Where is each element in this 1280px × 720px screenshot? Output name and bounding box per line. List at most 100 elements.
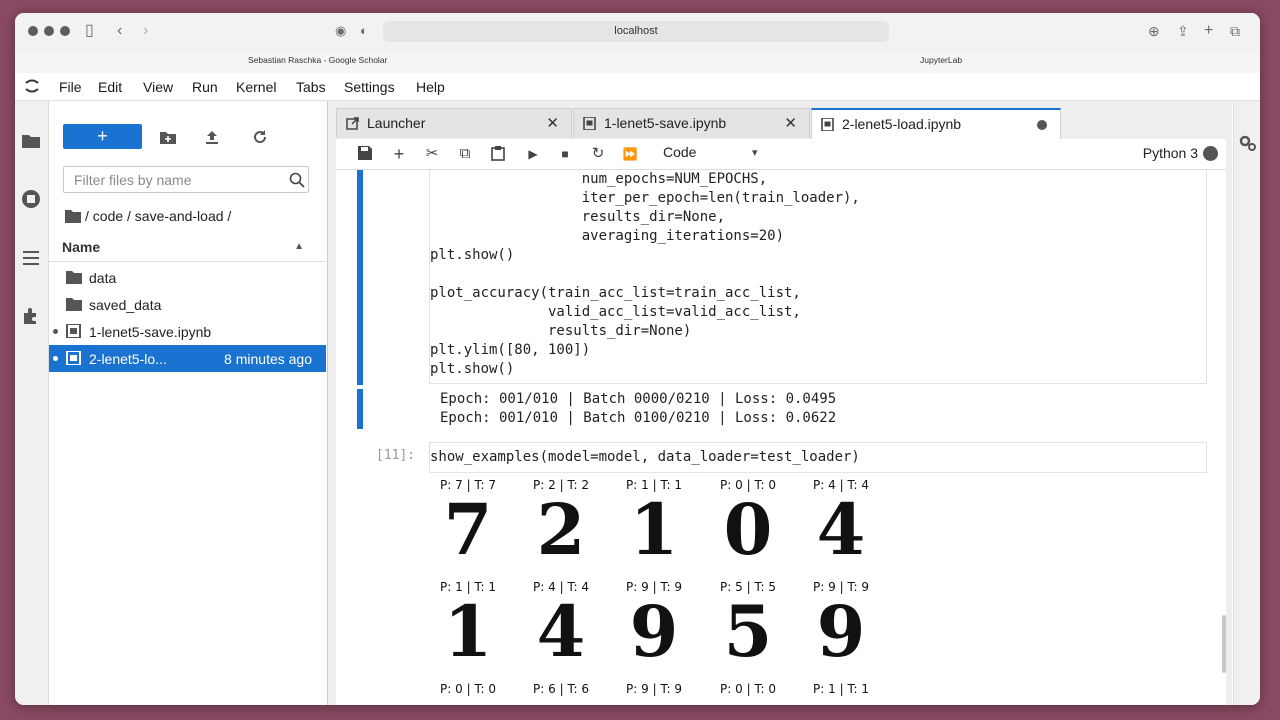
url-bar[interactable]: localhost: [383, 21, 889, 42]
back-icon[interactable]: ‹: [117, 21, 122, 41]
handwritten-digit-image: 7: [443, 488, 493, 571]
shield-icon[interactable]: ◐: [360, 21, 368, 41]
example-caption: P: 0 | T: 0: [720, 682, 776, 696]
scrollbar-thumb[interactable]: [1222, 615, 1226, 673]
cell-type-select[interactable]: Code: [663, 144, 696, 160]
example-digit: P: 9 | T: 99: [614, 580, 694, 670]
table-of-contents-icon[interactable]: [21, 248, 41, 268]
kernel-status-icon: [1203, 146, 1218, 161]
gear-icon[interactable]: [1238, 133, 1258, 153]
handwritten-digit-image: 9: [629, 590, 679, 673]
menu-help[interactable]: Help: [416, 79, 445, 95]
upload-icon[interactable]: [203, 128, 221, 146]
notebook-panel: num_epochs=NUM_EPOCHS, iter_per_epoch=le…: [336, 170, 1226, 705]
chevron-down-icon[interactable]: ▾: [752, 146, 758, 159]
running-kernels-icon[interactable]: [21, 189, 41, 209]
download-icon[interactable]: ⊕: [1148, 21, 1160, 41]
bookmark-jupyterlab[interactable]: JupyterLab: [920, 55, 962, 65]
cut-icon[interactable]: ✂: [423, 145, 441, 163]
example-digit: P: 4 | T: 44: [801, 478, 881, 568]
unsaved-indicator[interactable]: [1037, 120, 1047, 130]
new-launcher-button[interactable]: +: [63, 124, 142, 149]
insert-cell-icon[interactable]: +: [390, 145, 408, 163]
example-digit: P: 7 | T: 77: [428, 478, 508, 568]
example-digit: P: 1 | T: 11: [428, 580, 508, 670]
folder-icon[interactable]: [21, 131, 41, 151]
notebook-icon: [66, 324, 81, 338]
fast-forward-icon[interactable]: ⏩: [621, 145, 639, 163]
tab-notebook-save[interactable]: 1-lenet5-save.ipynb ✕: [573, 108, 810, 138]
save-icon[interactable]: [356, 145, 374, 163]
copy-icon[interactable]: ⧉: [456, 145, 474, 163]
refresh-icon[interactable]: [251, 128, 269, 146]
notebook-icon: [821, 118, 834, 131]
menu-kernel[interactable]: Kernel: [236, 79, 276, 95]
notebook-icon: [583, 117, 596, 130]
menu-file[interactable]: File: [59, 79, 82, 95]
example-digit: P: 6 | T: 6: [521, 682, 601, 696]
window-close-button[interactable]: [28, 26, 38, 36]
tab-notebook-load[interactable]: 2-lenet5-load.ipynb: [811, 108, 1061, 139]
code-text: num_epochs=NUM_EPOCHS, iter_per_epoch=le…: [430, 171, 860, 377]
bookmarks-bar: Sebastian Raschka - Google Scholar Jupyt…: [15, 51, 1260, 74]
code-cell-input[interactable]: show_examples(model=model, data_loader=t…: [429, 442, 1207, 473]
kernel-name[interactable]: Python 3: [1143, 145, 1198, 161]
menu-settings[interactable]: Settings: [344, 79, 395, 95]
bookmark-google-scholar[interactable]: Sebastian Raschka - Google Scholar: [248, 55, 387, 65]
sidebar-toggle-icon[interactable]: ▯: [85, 21, 94, 41]
close-icon[interactable]: ✕: [546, 114, 559, 132]
code-cell-input[interactable]: num_epochs=NUM_EPOCHS, iter_per_epoch=le…: [429, 170, 1207, 384]
file-row-selected[interactable]: 2-lenet5-lo... 8 minutes ago: [49, 345, 326, 372]
notebook-toolbar: + ✂ ⧉ ▶ ■ ↻ ⏩ Code ▾ Python 3: [336, 139, 1226, 170]
right-settings-rail: [1233, 101, 1260, 705]
column-header-name[interactable]: Name ▲: [49, 233, 326, 262]
output-collapser[interactable]: [357, 389, 363, 429]
new-tab-icon[interactable]: +: [1204, 21, 1213, 41]
restart-icon[interactable]: ↻: [589, 145, 607, 163]
example-digit: P: 0 | T: 0: [708, 682, 788, 696]
privacy-icon[interactable]: ◉: [335, 21, 346, 41]
running-indicator: [53, 356, 58, 361]
output-stream: Epoch: 001/010 | Batch 0000/0210 | Loss:…: [440, 391, 837, 426]
browser-titlebar: ▯ ‹ › ◉ ◐ localhost ⊕ ⇪ + ⧉: [15, 13, 1260, 51]
search-icon: [289, 172, 305, 188]
tab-overview-icon[interactable]: ⧉: [1230, 21, 1240, 41]
cell-collapser[interactable]: [357, 170, 363, 385]
close-icon[interactable]: ✕: [784, 114, 797, 132]
menu-tabs[interactable]: Tabs: [296, 79, 326, 95]
run-icon[interactable]: ▶: [524, 145, 542, 163]
example-digit: P: 2 | T: 22: [521, 478, 601, 568]
input-prompt: [11]:: [376, 448, 416, 463]
example-digit: P: 0 | T: 0: [428, 682, 508, 696]
example-digit: P: 1 | T: 11: [614, 478, 694, 568]
window-minimize-button[interactable]: [44, 26, 54, 36]
handwritten-digit-image: 4: [816, 488, 866, 571]
breadcrumb-folder-icon[interactable]: [65, 209, 81, 223]
file-row[interactable]: 1-lenet5-save.ipynb: [49, 318, 326, 345]
example-digit: P: 9 | T: 99: [801, 580, 881, 670]
left-activity-rail: [15, 101, 49, 705]
menu-edit[interactable]: Edit: [98, 79, 122, 95]
browser-window: ▯ ‹ › ◉ ◐ localhost ⊕ ⇪ + ⧉ Sebastian Ra…: [15, 13, 1260, 705]
notebook-icon: [66, 351, 81, 365]
extensions-icon[interactable]: [21, 306, 41, 326]
breadcrumb[interactable]: / code / save-and-load /: [85, 208, 231, 224]
new-folder-icon[interactable]: [159, 128, 177, 146]
file-row[interactable]: data: [49, 264, 326, 291]
share-icon[interactable]: ⇪: [1177, 21, 1189, 41]
example-caption: P: 6 | T: 6: [533, 682, 589, 696]
tab-launcher[interactable]: Launcher ✕: [336, 108, 572, 138]
paste-icon[interactable]: [489, 145, 507, 163]
modified-time: 8 minutes ago: [224, 351, 312, 367]
stop-icon[interactable]: ■: [556, 145, 574, 163]
handwritten-digit-image: 9: [816, 590, 866, 673]
sort-ascending-icon: ▲: [294, 241, 304, 252]
menu-view[interactable]: View: [143, 79, 173, 95]
example-digit: P: 9 | T: 9: [614, 682, 694, 696]
handwritten-digit-image: 2: [536, 488, 586, 571]
menu-run[interactable]: Run: [192, 79, 218, 95]
window-zoom-button[interactable]: [60, 26, 70, 36]
filter-files-input[interactable]: Filter files by name: [63, 166, 309, 193]
forward-icon[interactable]: ›: [143, 21, 148, 41]
file-row[interactable]: saved_data: [49, 291, 326, 318]
